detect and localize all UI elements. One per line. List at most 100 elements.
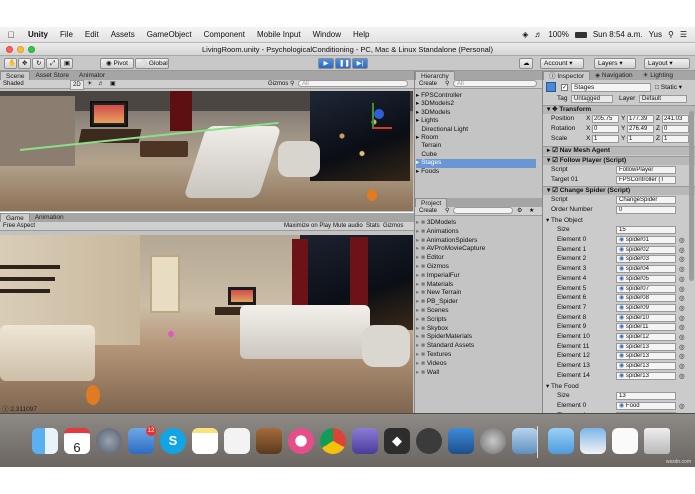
cloud-icon[interactable]: ☁ bbox=[519, 58, 533, 69]
menu-component[interactable]: Component bbox=[198, 30, 251, 39]
hierarchy-item[interactable]: ▸ 3DModels bbox=[416, 109, 536, 117]
scene-audio-icon[interactable]: ♬ bbox=[98, 80, 104, 88]
scale-z-field[interactable]: 1 bbox=[662, 135, 689, 143]
menu-app-name[interactable]: Unity bbox=[22, 30, 54, 39]
rotation-x-field[interactable]: 0 bbox=[592, 125, 619, 133]
object-picker-icon[interactable]: ◎ bbox=[679, 402, 685, 410]
xcode-icon[interactable] bbox=[448, 428, 474, 454]
object-picker-icon[interactable]: ◎ bbox=[679, 352, 685, 360]
skype-icon[interactable]: S bbox=[160, 428, 186, 454]
position-x-field[interactable]: 205.75 bbox=[592, 115, 619, 123]
minimize-window-button[interactable] bbox=[17, 46, 24, 53]
project-create-button[interactable]: Create bbox=[419, 207, 437, 215]
follow-player-header[interactable]: ▾ ☑ Follow Player (Script) bbox=[543, 156, 695, 165]
scale-x-field[interactable]: 1 bbox=[592, 135, 619, 143]
rotation-z-field[interactable]: 0 bbox=[662, 125, 689, 133]
layout-dropdown[interactable]: Layout ▾ bbox=[644, 58, 690, 69]
hand-tool-button[interactable]: ✋ bbox=[4, 58, 17, 69]
global-toggle[interactable]: ⚪ Global bbox=[135, 58, 169, 69]
project-folder-item[interactable]: ▸ ■ Scripts bbox=[416, 316, 536, 325]
project-folder-item[interactable]: ▸ ■ Skybox bbox=[416, 325, 536, 334]
tab-asset-store[interactable]: Asset Store bbox=[30, 71, 74, 80]
game-gizmos-dropdown[interactable]: Gizmos bbox=[383, 222, 403, 230]
rotation-y-field[interactable]: 276.49 bbox=[627, 125, 654, 133]
mode-2d-toggle[interactable]: 2D bbox=[70, 80, 84, 90]
object-picker-icon[interactable]: ◎ bbox=[679, 362, 685, 370]
array-element-field[interactable]: ◉ spider13 bbox=[616, 342, 676, 351]
document-icon[interactable] bbox=[612, 428, 638, 454]
close-window-button[interactable] bbox=[6, 46, 13, 53]
position-z-field[interactable]: 241.03 bbox=[662, 115, 689, 123]
object-picker-icon[interactable]: ◎ bbox=[679, 285, 685, 293]
tab-inspector[interactable]: ⓘ Inspector bbox=[543, 71, 591, 80]
rect-tool-button[interactable]: ▣ bbox=[60, 58, 73, 69]
object-picker-icon[interactable]: ◎ bbox=[679, 255, 685, 263]
shading-dropdown[interactable]: Shaded bbox=[3, 80, 24, 88]
itunes-icon[interactable] bbox=[288, 428, 314, 454]
mute-audio-toggle[interactable]: Mute audio bbox=[333, 222, 363, 230]
layer-dropdown[interactable]: Default bbox=[639, 95, 687, 103]
tag-dropdown[interactable]: Untagged bbox=[571, 95, 613, 103]
array-element-field[interactable]: ◉ spider13 bbox=[616, 362, 676, 371]
order-number-field[interactable]: 0 bbox=[616, 206, 676, 214]
object-picker-icon[interactable]: ◎ bbox=[679, 236, 685, 244]
rotate-tool-button[interactable]: ↻ bbox=[32, 58, 45, 69]
menu-edit[interactable]: Edit bbox=[79, 30, 105, 39]
project-folder-item[interactable]: ▸ ■ 3DModels bbox=[416, 219, 536, 228]
tab-hierarchy[interactable]: Hierarchy bbox=[415, 71, 455, 80]
stats-toggle[interactable]: Stats bbox=[366, 222, 380, 230]
textedit-icon[interactable] bbox=[224, 428, 250, 454]
object-picker-icon[interactable]: ◎ bbox=[679, 275, 685, 283]
menu-list-icon[interactable]: ☰ bbox=[680, 30, 687, 39]
follow-script-field[interactable]: FollowPlayer bbox=[616, 166, 676, 174]
gizmos-dropdown[interactable]: Gizmos bbox=[268, 80, 288, 88]
zip-file-icon[interactable] bbox=[580, 428, 606, 454]
project-folder-item[interactable]: ▸ ■ PB_Spider bbox=[416, 298, 536, 307]
project-folder-item[interactable]: ▸ ■ Wall bbox=[416, 369, 536, 378]
move-tool-button[interactable]: ✥ bbox=[18, 58, 31, 69]
hierarchy-item[interactable]: ▸ 3DModels2 bbox=[416, 100, 536, 108]
pivot-toggle[interactable]: ◉ Pivot bbox=[100, 58, 134, 69]
project-folder-item[interactable]: ▸ ■ Editor bbox=[416, 254, 536, 263]
step-button[interactable]: ▶| bbox=[352, 58, 368, 69]
scene-search-input[interactable]: All bbox=[298, 80, 408, 87]
hierarchy-item[interactable]: ▸ Lights bbox=[416, 117, 536, 125]
array-element-field[interactable]: ◉ spider03 bbox=[616, 255, 676, 264]
the-object-header[interactable]: ▾ The Object bbox=[543, 216, 695, 225]
project-folder-item[interactable]: ▸ ■ ImperialFur bbox=[416, 272, 536, 281]
menu-gameobject[interactable]: GameObject bbox=[141, 30, 198, 39]
hierarchy-create-button[interactable]: Create bbox=[419, 80, 437, 88]
tab-animator[interactable]: Animator bbox=[74, 71, 110, 80]
object-picker-icon[interactable]: ◎ bbox=[679, 246, 685, 254]
array-element-field[interactable]: ◉ spider13 bbox=[616, 352, 676, 361]
active-checkbox[interactable]: ✓ bbox=[561, 84, 568, 91]
hierarchy-item-selected[interactable]: ▸ Stages bbox=[416, 159, 536, 168]
change-script-field[interactable]: ChangeSpider bbox=[616, 196, 676, 204]
game-view[interactable] bbox=[0, 235, 413, 413]
user-name[interactable]: Yus bbox=[649, 30, 662, 39]
apple-icon[interactable]:  bbox=[0, 30, 22, 40]
aspect-dropdown[interactable]: Free Aspect bbox=[3, 222, 35, 230]
star-icon[interactable]: ★ bbox=[529, 207, 534, 215]
play-button[interactable]: ▶ bbox=[318, 58, 334, 69]
maximize-on-play-toggle[interactable]: Maximize on Play bbox=[284, 222, 331, 230]
object-picker-icon[interactable]: ◎ bbox=[679, 333, 685, 341]
scene-view[interactable] bbox=[0, 91, 413, 211]
transform-header[interactable]: ▾ ✥ Transform bbox=[543, 105, 695, 114]
menu-file[interactable]: File bbox=[54, 30, 79, 39]
object-picker-icon[interactable]: ◎ bbox=[679, 372, 685, 380]
tab-project[interactable]: Project bbox=[415, 198, 448, 207]
console-status[interactable]: ⓘ 2.311097 bbox=[2, 403, 37, 413]
array-element-field[interactable]: ◉ spider12 bbox=[616, 333, 676, 341]
tab-game[interactable]: Game bbox=[0, 213, 30, 222]
filter-icon[interactable]: ⚙ bbox=[517, 207, 522, 215]
object-picker-icon[interactable]: ◎ bbox=[679, 304, 685, 312]
static-checkbox[interactable]: □ Static ▾ bbox=[655, 83, 682, 91]
menu-mobile-input[interactable]: Mobile Input bbox=[251, 30, 307, 39]
wifi-icon[interactable]: ◈ bbox=[522, 30, 528, 39]
project-folder-item[interactable]: ▸ ■ Scenes bbox=[416, 307, 536, 316]
account-dropdown[interactable]: Account ▾ bbox=[540, 58, 584, 69]
tab-animation[interactable]: Animation bbox=[30, 213, 69, 222]
array-element-field[interactable]: ◉ spider10 bbox=[616, 313, 676, 322]
scene-lighting-icon[interactable]: ☀ bbox=[87, 80, 92, 88]
